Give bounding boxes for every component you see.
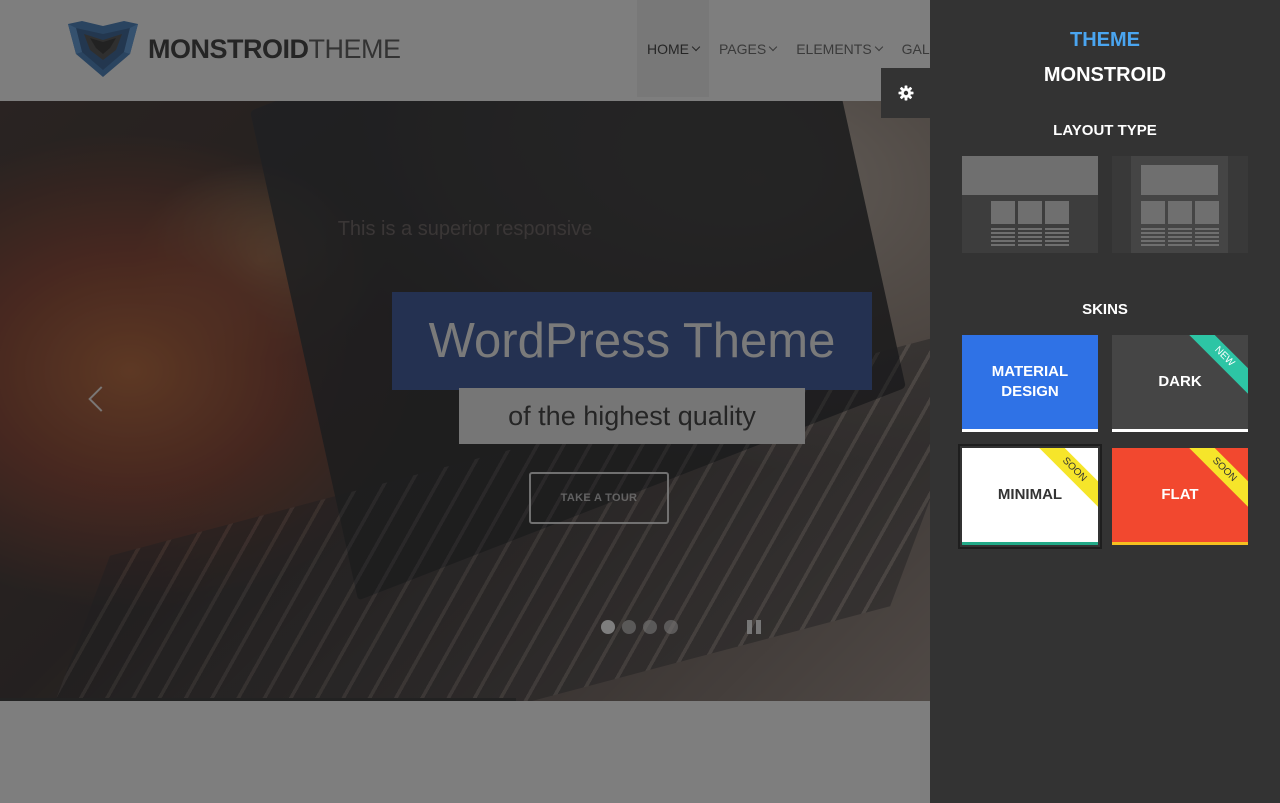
header-clip: MONSTROIDTHEME HOME PAGES ELEMENTS GAL [0,0,930,101]
layout-thumb-header [1141,165,1218,195]
layout-thumb-lines [1168,228,1192,246]
hero-tagline-box: of the highest quality [459,388,805,444]
settings-toggle-button[interactable] [881,68,930,118]
layout-option-full-width[interactable] [962,156,1098,253]
hero-title-box: WordPress Theme [392,292,872,390]
chevron-down-icon [874,42,883,51]
take-a-tour-button[interactable]: TAKE A TOUR [529,472,669,524]
skins-heading: SKINS [1082,301,1128,318]
chevron-down-icon [691,42,701,51]
layout-thumb-block [1018,201,1042,224]
layout-thumb-block [1168,201,1192,224]
layout-option-boxed[interactable] [1112,156,1248,253]
panel-title-accent: THEME [1070,29,1140,51]
brand-light: THEME [308,33,402,64]
hero-slider: This is a superior responsive WordPress … [0,101,930,701]
site-logo[interactable]: MONSTROIDTHEME [66,20,401,78]
nav-item-home[interactable]: HOME [637,0,709,97]
slider-dot[interactable] [622,620,636,634]
layout-thumb-lines [1018,228,1042,246]
slider-dot[interactable] [601,620,615,634]
layout-thumb-block [1141,201,1165,224]
nav-item-elements[interactable]: ELEMENTS [786,0,891,97]
logo-shield-icon [68,21,138,77]
nav-label: PAGES [719,40,767,57]
nav-label: HOME [647,40,689,57]
hero-title: WordPress Theme [428,314,836,368]
hero-tagline: of the highest quality [508,400,756,431]
skin-label: FLAT [1161,486,1199,503]
skin-option-flat[interactable]: FLAT SOON [1112,448,1248,545]
nav-label: ELEMENTS [796,40,872,57]
skin-label: DARK [1158,373,1202,390]
brand-name: MONSTROIDTHEME [148,34,401,65]
layout-thumb-lines [991,228,1015,246]
layout-thumb-lines [1045,228,1069,246]
layout-thumb-block [1195,201,1219,224]
layout-thumb-lines [1141,228,1165,246]
skin-label: MINIMAL [997,486,1063,503]
skin-option-material-design[interactable]: MATERIAL DESIGN [962,335,1098,432]
slider-progress-bar [0,698,516,701]
pause-icon[interactable] [747,620,761,634]
slider-pagination [601,620,678,634]
site-header: MONSTROIDTHEME HOME PAGES ELEMENTS GAL [0,0,930,101]
nav-item-pages[interactable]: PAGES [709,0,786,97]
panel-title: MONSTROID [1043,64,1167,86]
layout-thumb-lines [1195,228,1219,246]
theme-settings-panel: THEME MONSTROID LAYOUT TYPE SKINS MATERI… [930,0,1280,803]
brand-bold: MONSTROID [148,33,309,64]
slider-dot[interactable] [664,620,678,634]
gear-icon [898,85,913,101]
layout-type-heading: LAYOUT TYPE [1053,122,1157,139]
nav-label: GAL [901,40,930,57]
slider-dot[interactable] [643,620,657,634]
chevron-down-icon [768,42,778,51]
skin-option-minimal[interactable]: MINIMAL SOON [958,444,1102,549]
skin-option-dark[interactable]: DARK NEW [1112,335,1248,432]
layout-thumb-block [991,201,1015,224]
layout-thumb-block [1045,201,1069,224]
layout-thumb-header [962,156,1098,195]
hero-subtitle: This is a superior responsive [337,218,593,240]
skin-label: MATERIAL DESIGN [991,363,1069,400]
